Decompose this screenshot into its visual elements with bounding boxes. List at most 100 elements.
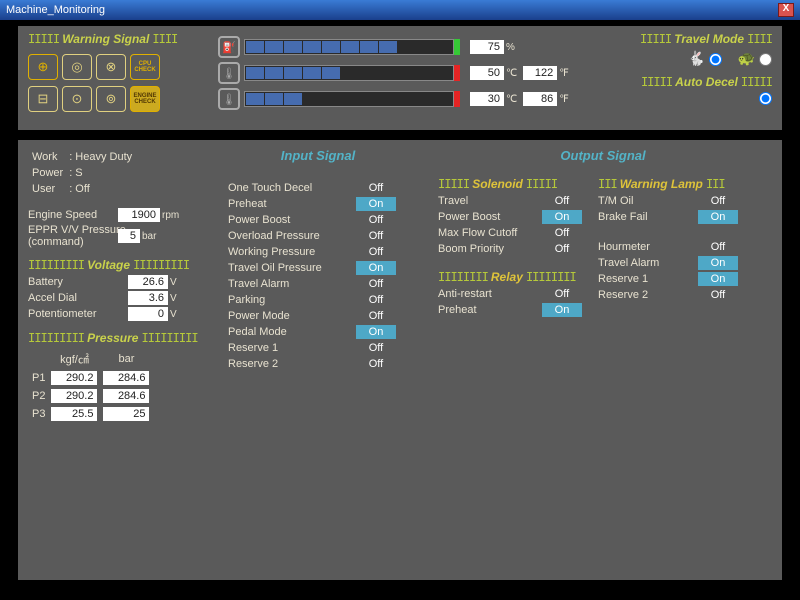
signal-value[interactable]: Off — [542, 242, 582, 256]
signal-label: Reserve 1 — [228, 342, 356, 354]
cpu-check-icon: CPUCHECK — [130, 54, 160, 80]
engine-check-icon: ENGINECHECK — [130, 86, 160, 112]
signal-value[interactable]: On — [698, 256, 738, 270]
signal-label: Power Boost — [438, 211, 542, 223]
signal-value[interactable]: On — [698, 272, 738, 286]
signal-row: One Touch DecelOff — [228, 181, 408, 195]
warn-icon-3: ⊗ — [96, 54, 126, 80]
signal-row: Overload PressureOff — [228, 229, 408, 243]
signal-row: Anti-restartOff — [438, 287, 598, 301]
signal-value[interactable]: Off — [698, 240, 738, 254]
pressure-label: Pressure — [87, 331, 138, 345]
warn-icon-7: ⊚ — [96, 86, 126, 112]
work-label: Work — [30, 150, 65, 164]
signal-label: Anti-restart — [438, 288, 542, 300]
relay-label: Relay — [491, 270, 523, 284]
fuel-icon: ⛽ — [218, 36, 240, 58]
signal-value[interactable]: Off — [698, 194, 738, 208]
travel-mode-label: Travel Mode — [674, 32, 744, 46]
auto-decel-radio[interactable] — [759, 92, 772, 105]
signal-value[interactable]: On — [542, 210, 582, 224]
titlebar[interactable]: Machine_Monitoring X — [0, 0, 800, 20]
signal-value[interactable]: Off — [356, 277, 396, 291]
signal-value[interactable]: On — [356, 261, 396, 275]
signal-value[interactable]: Off — [356, 341, 396, 355]
signal-label: Travel — [438, 195, 542, 207]
signal-label: Overload Pressure — [228, 230, 356, 242]
accel-value: 3.6 — [128, 291, 168, 305]
battery-value: 26.6 — [128, 275, 168, 289]
signal-value[interactable]: Off — [356, 229, 396, 243]
signal-row: Power ModeOff — [228, 309, 408, 323]
rpm-unit: rpm — [162, 210, 179, 221]
hash-tm-r: IIII — [747, 32, 772, 46]
engine-speed-value: 1900 — [118, 208, 160, 222]
signal-row: Travel Oil PressureOn — [228, 261, 408, 275]
warn-icon-2: ◎ — [62, 54, 92, 80]
signal-label: Travel Alarm — [598, 257, 698, 269]
hash-left: IIIII — [28, 32, 59, 46]
battery-label: Battery — [28, 276, 128, 288]
signal-value[interactable]: Off — [356, 181, 396, 195]
signal-label: T/M Oil — [598, 195, 698, 207]
signal-value[interactable]: Off — [356, 293, 396, 307]
signal-label: Pedal Mode — [228, 326, 356, 338]
p1-kgf: 290.2 — [51, 371, 97, 385]
signal-value[interactable]: Off — [356, 245, 396, 259]
rabbit-radio[interactable] — [709, 53, 722, 66]
eppr-label: EPPR V/V Pressure — [28, 224, 126, 236]
bottom-panel: Work: Heavy Duty Power: S User: Off Engi… — [18, 140, 782, 580]
solenoid-label: Solenoid — [472, 177, 523, 191]
signal-value[interactable]: Off — [356, 357, 396, 371]
t1-f: 122 — [523, 66, 557, 80]
p3-label: P3 — [30, 406, 47, 422]
p3-bar: 25 — [103, 407, 149, 421]
turtle-icon[interactable]: 🐢 — [738, 50, 755, 66]
bar-unit: bar — [142, 231, 156, 242]
p1-bar: 284.6 — [103, 371, 149, 385]
signal-label: Reserve 2 — [228, 358, 356, 370]
output-signal-title: Output Signal — [438, 148, 768, 163]
signal-value[interactable]: On — [698, 210, 738, 224]
signal-value[interactable]: On — [542, 303, 582, 317]
signal-label: Reserve 2 — [598, 289, 698, 301]
signal-value[interactable]: On — [356, 197, 396, 211]
p2-kgf: 290.2 — [51, 389, 97, 403]
signal-row: Pedal ModeOn — [228, 325, 408, 339]
hash-ad-r: IIIII — [741, 75, 772, 89]
signal-value[interactable]: On — [356, 325, 396, 339]
app-window: Machine_Monitoring X IIIII Warning Signa… — [0, 0, 800, 600]
close-icon[interactable]: X — [778, 3, 794, 17]
warn-icon-1: ⊕ — [28, 54, 58, 80]
signal-row: Max Flow CutoffOff — [438, 226, 598, 240]
warning-lamp-label: Warning Lamp — [620, 177, 703, 191]
signal-value[interactable]: Off — [542, 287, 582, 301]
signal-row: Power BoostOff — [228, 213, 408, 227]
auto-decel-label: Auto Decel — [675, 75, 738, 89]
signal-value[interactable]: Off — [356, 213, 396, 227]
signal-row: T/M OilOff — [598, 194, 768, 208]
power-label: Power — [30, 166, 65, 180]
turtle-radio[interactable] — [759, 53, 772, 66]
p1-label: P1 — [30, 370, 47, 386]
signal-value[interactable]: Off — [542, 226, 582, 240]
t1-c: 50 — [470, 66, 504, 80]
user-label: User — [30, 182, 65, 196]
warn-icon-5: ⊟ — [28, 86, 58, 112]
power-value: : S — [67, 166, 134, 180]
signal-value[interactable]: Off — [542, 194, 582, 208]
signal-value[interactable]: Off — [698, 288, 738, 302]
celsius-1: ℃ — [506, 68, 517, 79]
signal-row: TravelOff — [438, 194, 598, 208]
p3-kgf: 25.5 — [51, 407, 97, 421]
signal-label: One Touch Decel — [228, 182, 356, 194]
rabbit-icon[interactable]: 🐇 — [688, 50, 705, 66]
signal-label: Boom Priority — [438, 243, 542, 255]
gauge-temp1: 🌡 50 ℃ 122 ℉ — [218, 62, 569, 84]
signal-value[interactable]: Off — [356, 309, 396, 323]
signal-row: PreheatOn — [438, 303, 598, 317]
signal-row: HourmeterOff — [598, 240, 768, 254]
hash-ad-l: IIIII — [641, 75, 672, 89]
signal-row: PreheatOn — [228, 197, 408, 211]
signal-label: Travel Oil Pressure — [228, 262, 356, 274]
